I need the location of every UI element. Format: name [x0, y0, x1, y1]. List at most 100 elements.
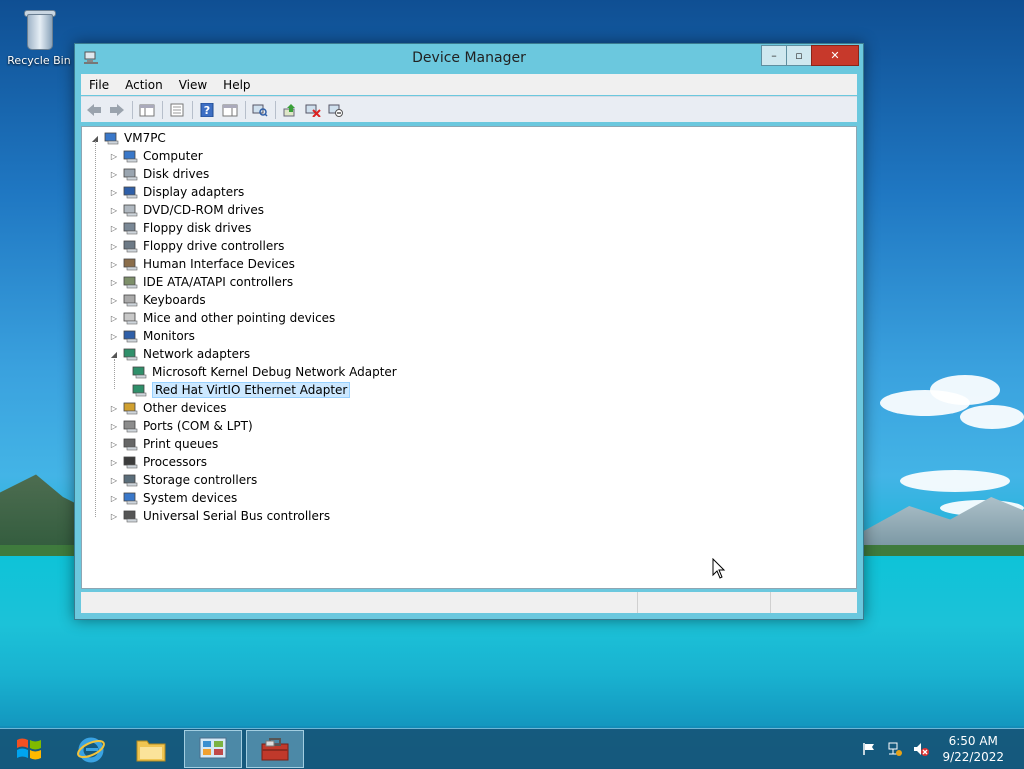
menu-file[interactable]: File [81, 78, 117, 92]
tree-category-dvd-cd-rom-drives[interactable]: ▷ DVD/CD-ROM drives [109, 201, 264, 219]
expand-arrow-icon[interactable]: ▷ [109, 187, 119, 197]
close-icon: ✕ [830, 49, 840, 62]
tree-item-label: Display adapters [143, 185, 245, 199]
taskbar-clock[interactable]: 6:50 AM 9/22/2022 [942, 733, 1004, 765]
scan-hardware-button[interactable] [249, 100, 271, 120]
expand-arrow-icon[interactable]: ▷ [109, 475, 119, 485]
taskbar-control-panel[interactable] [184, 730, 242, 768]
tree-category-ports-com-lpt-[interactable]: ▷ Ports (COM & LPT) [109, 417, 253, 435]
tree-category-ide-ata-atapi-controllers[interactable]: ▷ IDE ATA/ATAPI controllers [109, 273, 293, 291]
expand-arrow-icon[interactable]: ▷ [109, 295, 119, 305]
floppy-controller-icon [123, 240, 138, 253]
show-hide-console-tree-button[interactable] [136, 100, 158, 120]
disable-device-button[interactable] [325, 100, 347, 120]
tree-item-label: Other devices [143, 401, 227, 415]
expand-arrow-icon[interactable]: ▷ [109, 331, 119, 341]
tree-item-label: Ports (COM & LPT) [143, 419, 253, 433]
expand-arrow-icon[interactable]: ▷ [109, 277, 119, 287]
help-icon: ? [200, 102, 214, 117]
uninstall-button[interactable] [302, 100, 324, 120]
tree-category-monitors[interactable]: ▷ Monitors [109, 327, 195, 345]
recycle-bin-label: Recycle Bin [7, 54, 71, 67]
status-bar [81, 592, 857, 613]
expand-arrow-icon[interactable]: ▷ [109, 241, 119, 251]
tree-category-storage-controllers[interactable]: ▷ Storage controllers [109, 471, 257, 489]
tree-item-label: Network adapters [143, 347, 251, 361]
tree-category-keyboards[interactable]: ▷ Keyboards [109, 291, 206, 309]
collapse-arrow-icon[interactable]: ◢ [109, 349, 119, 359]
svg-text:?: ? [204, 104, 210, 117]
taskbar-device-manager[interactable] [246, 730, 304, 768]
volume-button[interactable] [912, 741, 930, 757]
menu-action[interactable]: Action [117, 78, 171, 92]
menu-view[interactable]: View [171, 78, 215, 92]
tree-device-red-hat-virtio-ethernet-adapter[interactable]: Red Hat VirtIO Ethernet Adapter [128, 381, 351, 399]
action-center-button[interactable] [860, 741, 878, 757]
taskbar-internet-explorer[interactable] [62, 730, 120, 768]
tree-category-system-devices[interactable]: ▷ System devices [109, 489, 237, 507]
keyboard-icon [123, 294, 138, 307]
window-title: Device Manager [412, 50, 526, 66]
tree-category-mice-and-other-pointing-devices[interactable]: ▷ Mice and other pointing devices [109, 309, 335, 327]
recycle-bin-desktop-icon[interactable]: Recycle Bin [6, 6, 72, 67]
mouse-icon [123, 312, 138, 325]
expand-arrow-icon[interactable]: ▷ [109, 493, 119, 503]
expand-arrow-icon[interactable]: ▷ [109, 223, 119, 233]
expand-arrow-icon[interactable]: ▷ [109, 151, 119, 161]
minimize-button[interactable]: – [761, 45, 787, 66]
network-icon [888, 742, 903, 756]
tree-category-processors[interactable]: ▷ Processors [109, 453, 207, 471]
expand-arrow-icon[interactable]: ▷ [109, 403, 119, 413]
tree-category-floppy-drive-controllers[interactable]: ▷ Floppy drive controllers [109, 237, 285, 255]
storage-controller-icon [123, 474, 138, 487]
menu-help[interactable]: Help [215, 78, 258, 92]
back-icon [87, 103, 101, 116]
expand-arrow-icon[interactable]: ▷ [109, 511, 119, 521]
tree-category-other-devices[interactable]: ▷ Other devices [109, 399, 227, 417]
tree-guide-line [95, 141, 96, 517]
tree-category-disk-drives[interactable]: ▷ Disk drives [109, 165, 209, 183]
update-driver-icon [283, 103, 295, 116]
taskbar-file-explorer[interactable] [122, 730, 180, 768]
expand-arrow-icon[interactable]: ▷ [109, 205, 119, 215]
console-view-button[interactable] [219, 100, 241, 120]
tree-device-microsoft-kernel-debug-network-adapter[interactable]: Microsoft Kernel Debug Network Adapter [128, 363, 397, 381]
tree-category-computer[interactable]: ▷ Computer [109, 147, 203, 165]
expand-arrow-icon[interactable]: ▷ [109, 457, 119, 467]
close-button[interactable]: ✕ [811, 45, 859, 66]
folder-icon [136, 740, 166, 762]
expand-arrow-icon[interactable]: ▷ [109, 421, 119, 431]
tree-category-display-adapters[interactable]: ▷ Display adapters [109, 183, 244, 201]
title-bar[interactable]: Device Manager – ▫ ✕ [75, 44, 863, 74]
expand-arrow-icon[interactable]: ▷ [109, 259, 119, 269]
tree-category-network-adapters[interactable]: ◢ Network adapters [109, 345, 250, 363]
forward-icon [110, 103, 124, 116]
network-button[interactable] [886, 741, 904, 757]
expand-arrow-icon[interactable]: ▷ [109, 439, 119, 449]
back-button[interactable] [83, 100, 105, 120]
device-manager-window[interactable]: Device Manager – ▫ ✕ File Action View He… [74, 43, 864, 620]
device-tree[interactable]: ◢ VM7PC ▷ Computer ▷ Disk drives ▷ Display adap… [81, 126, 857, 589]
tree-root-computer[interactable]: ◢ VM7PC [90, 129, 166, 147]
disk-drive-icon [123, 168, 138, 181]
tree-item-label: Keyboards [143, 293, 206, 307]
action-center-flag-icon [863, 743, 875, 755]
tree-item-label: Monitors [143, 329, 195, 343]
forward-button[interactable] [106, 100, 128, 120]
usb-icon [123, 510, 138, 523]
tree-category-print-queues[interactable]: ▷ Print queues [109, 435, 218, 453]
properties-button[interactable] [166, 100, 188, 120]
minimize-icon: – [771, 49, 777, 62]
computer-icon [123, 150, 138, 163]
tree-category-human-interface-devices[interactable]: ▷ Human Interface Devices [109, 255, 295, 273]
start-button[interactable] [0, 729, 58, 769]
tree-category-universal-serial-bus-controllers[interactable]: ▷ Universal Serial Bus controllers [109, 507, 330, 525]
expand-arrow-icon[interactable]: ▷ [109, 313, 119, 323]
tree-item-label: System devices [143, 491, 238, 505]
help-button[interactable]: ? [196, 100, 218, 120]
maximize-button[interactable]: ▫ [786, 45, 812, 66]
scan-hardware-icon [252, 104, 268, 117]
expand-arrow-icon[interactable]: ▷ [109, 169, 119, 179]
update-driver-button[interactable] [279, 100, 301, 120]
tree-category-floppy-disk-drives[interactable]: ▷ Floppy disk drives [109, 219, 251, 237]
